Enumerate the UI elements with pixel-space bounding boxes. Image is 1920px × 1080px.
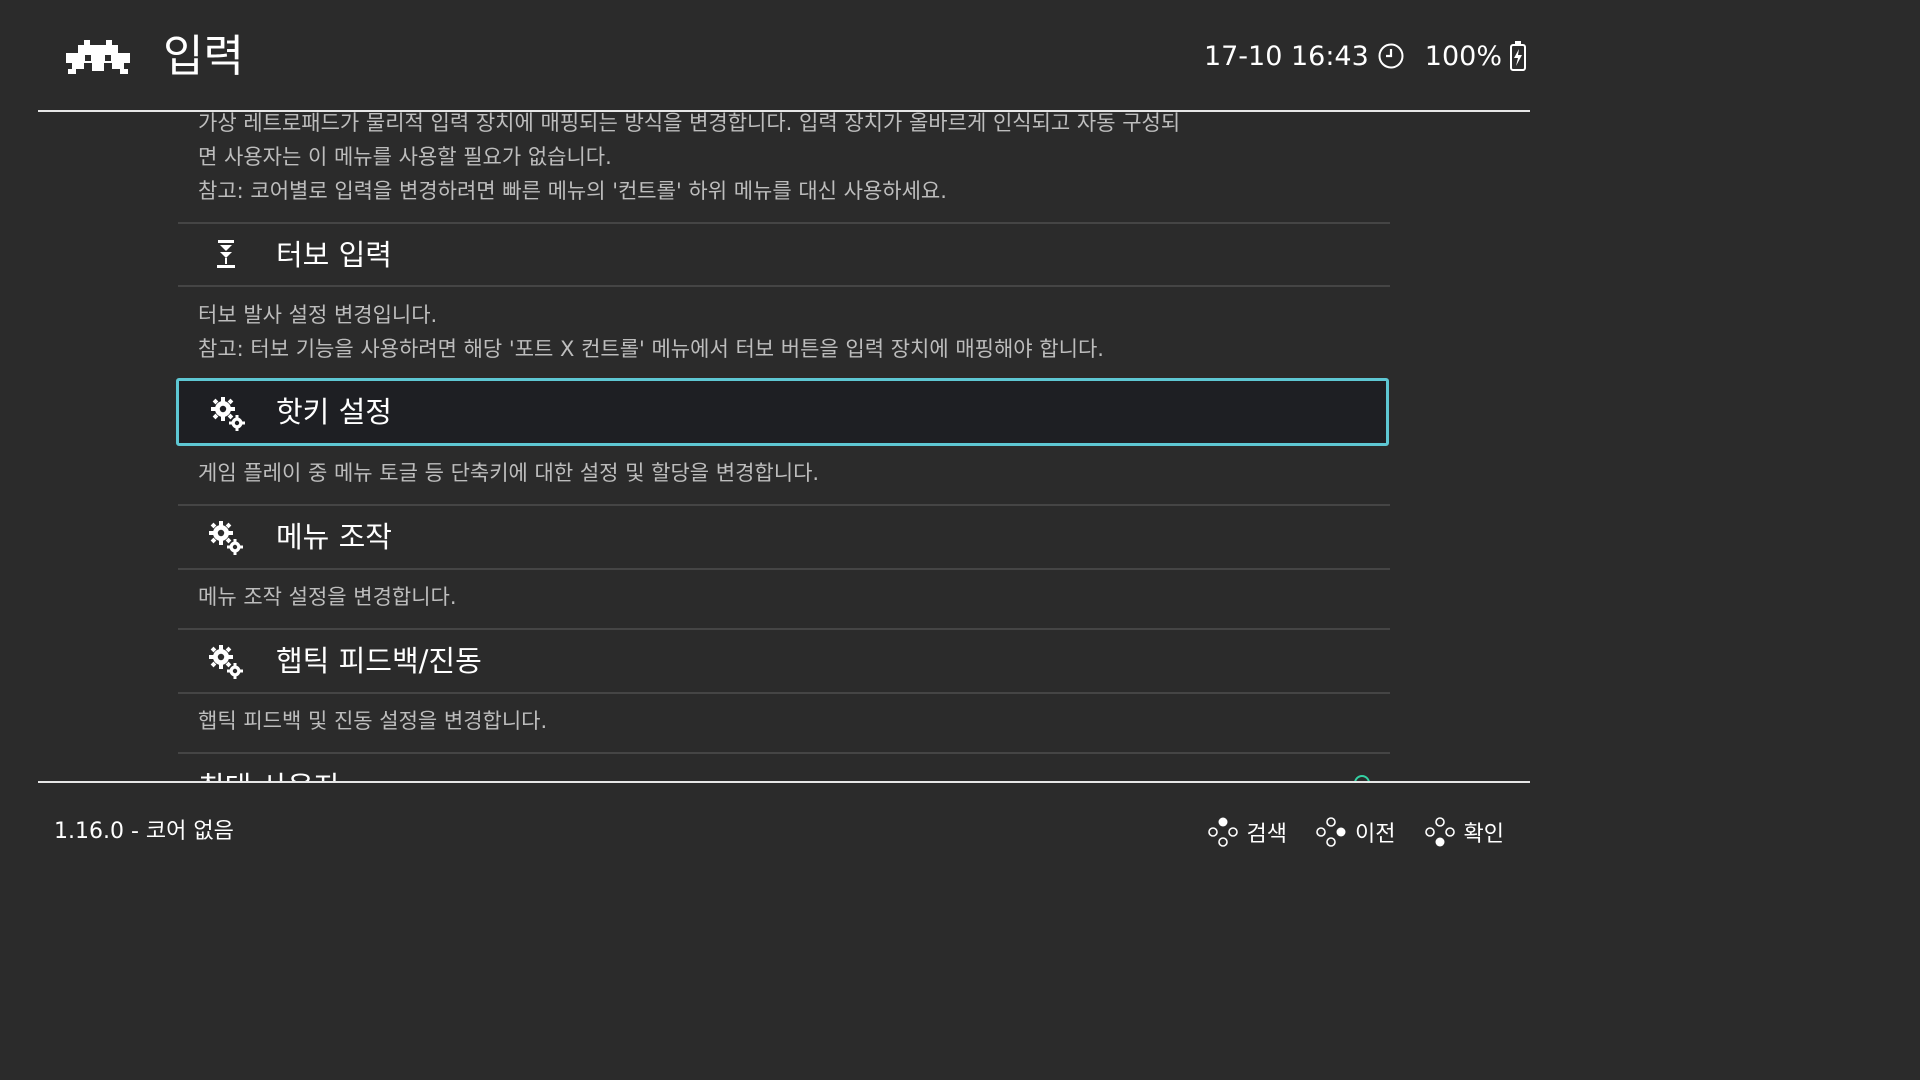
menu-item-hotkey-settings[interactable]: 핫키 설정 (176, 378, 1389, 446)
header-bar: 입력 17-10 16:43 100% (0, 0, 1568, 112)
turbo-icon (217, 240, 235, 268)
page-title: 입력 (163, 31, 244, 82)
confirm-action[interactable]: 확인 (1424, 816, 1504, 848)
back-action-label: 이전 (1355, 822, 1396, 847)
menu-item-label: 햅틱 피드백/진동 (276, 644, 482, 678)
retroarch-logo-icon (66, 40, 130, 74)
back-action[interactable]: 이전 (1315, 816, 1396, 848)
menu-item-label: 터보 입력 (276, 238, 392, 272)
status-area: 17-10 16:43 100% (1204, 36, 1528, 76)
clock-icon (1378, 43, 1404, 69)
menu-item-menu-controls[interactable]: 메뉴 조작 (178, 506, 1390, 568)
gamepad-top-button-icon (1207, 817, 1238, 847)
menu-controls-description-line-1: 메뉴 조작 설정을 변경합니다. (198, 585, 457, 609)
version-info: 1.16.0 - 코어 없음 (54, 819, 234, 844)
footer-actions: 검색 이전 확인 (1179, 814, 1504, 850)
search-action-label: 검색 (1246, 822, 1288, 847)
battery-percent-text: 100% (1424, 40, 1502, 72)
haptic-description-line-1: 햅틱 피드백 및 진동 설정을 변경합니다. (198, 709, 548, 733)
menu-item-label: 핫키 설정 (276, 395, 392, 429)
gears-icon (209, 521, 243, 555)
menu-item-haptic-feedback[interactable]: 햅틱 피드백/진동 (178, 630, 1390, 692)
gamepad-right-button-icon (1316, 817, 1346, 847)
turbo-description-line-2: 참고: 터보 기능을 사용하려면 해당 '포트 X 컨트롤' 메뉴에서 터보 버… (198, 337, 1104, 361)
turbo-description-line-1: 터보 발사 설정 변경입니다. (198, 303, 438, 327)
gears-icon (209, 645, 243, 679)
menu-divider (178, 692, 1390, 694)
menu-divider (178, 285, 1390, 287)
menu-divider (178, 752, 1390, 754)
datetime-text: 17-10 16:43 (1203, 40, 1369, 72)
gears-icon (211, 397, 245, 431)
gamepad-bottom-button-icon (1424, 817, 1455, 847)
search-action[interactable]: 검색 (1207, 816, 1287, 848)
intro-description-line-2: 면 사용자는 이 메뉴를 사용할 필요가 없습니다. (198, 145, 612, 169)
settings-menu-list[interactable]: 가상 레트로패드가 물리적 입력 장치에 매핑되는 방식을 변경합니다. 입력 … (0, 112, 1568, 781)
menu-item-turbo-input[interactable]: 터보 입력 (178, 224, 1390, 286)
hotkey-description-line-1: 게임 플레이 중 메뉴 토글 등 단축키에 대한 설정 및 할당을 변경합니다. (198, 461, 820, 485)
battery-charging-icon (1510, 41, 1526, 71)
confirm-action-label: 확인 (1463, 822, 1504, 847)
intro-description-line-1: 가상 레트로패드가 물리적 입력 장치에 매핑되는 방식을 변경합니다. 입력 … (198, 112, 1181, 135)
menu-divider (178, 568, 1390, 570)
intro-description-line-3: 참고: 코어별로 입력을 변경하려면 빠른 메뉴의 '컨트롤' 하위 메뉴를 대… (198, 179, 947, 203)
menu-item-max-users[interactable]: 최대 사용자 (198, 766, 341, 781)
footer-divider (38, 781, 1530, 783)
menu-item-label: 메뉴 조작 (276, 520, 392, 554)
